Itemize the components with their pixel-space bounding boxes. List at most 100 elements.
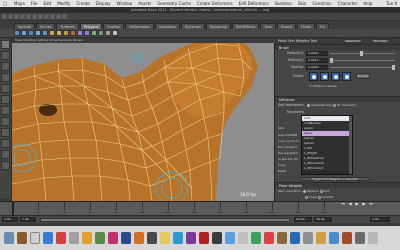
paint-replace-radio[interactable] xyxy=(302,189,306,193)
select-hierarchy-icon[interactable] xyxy=(20,14,25,19)
menu-help[interactable]: Help xyxy=(363,0,372,7)
separate-icon[interactable] xyxy=(56,30,62,36)
radius-l-slider[interactable] xyxy=(330,58,395,63)
current-frame-field[interactable]: 1.00 xyxy=(370,217,390,222)
menu-display[interactable]: Display xyxy=(96,0,111,7)
radius-l-knob[interactable] xyxy=(330,58,333,63)
tool-help-button[interactable]: Tool Help xyxy=(371,39,390,43)
manipulator-icon[interactable] xyxy=(1,106,10,115)
sort-hierarchy-radio[interactable] xyxy=(333,103,337,107)
snap-curve-icon[interactable] xyxy=(44,14,49,19)
radius-u-knob[interactable] xyxy=(360,51,363,56)
brush-solid-icon[interactable] xyxy=(331,72,340,81)
app-icon[interactable] xyxy=(134,232,144,244)
render-icon[interactable] xyxy=(56,14,61,19)
influence-item[interactable]: L_HIPmidAnt xyxy=(302,166,352,171)
bevel-icon[interactable] xyxy=(112,30,118,36)
influence-list[interactable]: root rootNeutral pelvis spine spine1 spi… xyxy=(301,115,353,175)
menu-character[interactable]: Character xyxy=(338,0,358,7)
graph-editor-icon[interactable] xyxy=(1,161,10,170)
brush-gaussian-icon[interactable] xyxy=(309,72,318,81)
end-time-field[interactable]: 48.00 xyxy=(314,217,332,222)
app-icon[interactable] xyxy=(199,232,209,244)
app-icon[interactable] xyxy=(121,232,131,244)
move-tool-icon[interactable] xyxy=(1,73,10,82)
app-icon[interactable] xyxy=(303,232,313,244)
bridge-icon[interactable] xyxy=(84,30,90,36)
scale-tool-icon[interactable] xyxy=(1,95,10,104)
app-icon[interactable] xyxy=(82,232,92,244)
app-icon[interactable] xyxy=(225,232,235,244)
app-icon[interactable] xyxy=(251,232,261,244)
app-icon[interactable] xyxy=(316,232,326,244)
app-icon[interactable] xyxy=(69,232,79,244)
persp-outliner-icon[interactable] xyxy=(1,150,10,159)
browse-button[interactable]: Browse xyxy=(356,73,370,79)
app-icon[interactable] xyxy=(277,232,287,244)
snap-grid-icon[interactable] xyxy=(38,14,43,19)
edge-loop-icon[interactable] xyxy=(105,30,111,36)
extrude-icon[interactable] xyxy=(77,30,83,36)
menu-edit[interactable]: Edit xyxy=(43,0,51,7)
range-end-field[interactable]: 24.00 xyxy=(294,217,312,222)
app-icon[interactable] xyxy=(160,232,170,244)
menu-assets[interactable]: Assets xyxy=(138,0,151,7)
app-icon[interactable] xyxy=(238,232,248,244)
trash-icon[interactable] xyxy=(368,232,378,244)
rotate-to-stroke-checkbox[interactable]: ☑ Rotate to stroke xyxy=(309,83,337,90)
app-icon[interactable] xyxy=(186,232,196,244)
sort-alpha-radio[interactable] xyxy=(307,103,310,107)
play-icon[interactable]: ▶ xyxy=(354,201,360,207)
radius-l-field[interactable]: 0.0010 xyxy=(306,58,328,63)
single-view-icon[interactable] xyxy=(1,128,10,137)
combine-icon[interactable] xyxy=(49,30,55,36)
menu-geometry-cache[interactable]: Geometry Cache xyxy=(157,0,191,7)
step-forward-icon[interactable]: ▶ xyxy=(361,201,367,207)
paint-select-icon[interactable] xyxy=(1,62,10,71)
go-to-end-icon[interactable]: ⏭ xyxy=(368,201,374,207)
append-icon[interactable] xyxy=(91,30,97,36)
open-scene-icon[interactable] xyxy=(8,14,13,19)
toggle-hold-weights-button[interactable]: Toggle Hold Weights on Selected xyxy=(300,177,370,181)
app-icon[interactable] xyxy=(147,232,157,244)
menu-create-deformers[interactable]: Create Deformers xyxy=(197,0,233,7)
app-icon[interactable] xyxy=(212,232,222,244)
select-component-icon[interactable] xyxy=(32,14,37,19)
paint-scale-radio[interactable] xyxy=(305,195,308,199)
opacity-knob[interactable] xyxy=(392,65,395,70)
app-icon[interactable] xyxy=(355,232,365,244)
paint-weights-section-header[interactable]: Paint Weights xyxy=(275,182,400,188)
paint-add-radio[interactable] xyxy=(319,189,323,193)
current-time-marker[interactable] xyxy=(12,202,14,216)
paint-smooth-radio[interactable] xyxy=(318,195,322,199)
menu-edit-deformers[interactable]: Edit Deformers xyxy=(239,0,269,7)
menu-constrain[interactable]: Constrain xyxy=(312,0,331,7)
smooth-icon[interactable] xyxy=(70,30,76,36)
app-icon[interactable] xyxy=(95,232,105,244)
influence-list-scrollbar[interactable] xyxy=(349,116,352,174)
poly-plane-icon[interactable] xyxy=(42,30,48,36)
ipr-render-icon[interactable] xyxy=(62,14,67,19)
app-icon[interactable] xyxy=(30,232,40,244)
app-icon[interactable] xyxy=(264,232,274,244)
new-scene-icon[interactable] xyxy=(2,14,7,19)
menu-maya[interactable]: Maya xyxy=(14,0,25,7)
split-icon[interactable] xyxy=(98,30,104,36)
range-slider-bar[interactable] xyxy=(40,218,290,222)
four-view-icon[interactable] xyxy=(1,139,10,148)
range-start-field[interactable]: 1.00 xyxy=(20,217,36,222)
menu-modify[interactable]: Modify xyxy=(57,0,70,7)
copy-label[interactable]: Copy xyxy=(278,163,286,167)
app-icon[interactable] xyxy=(173,232,183,244)
opacity-slider[interactable] xyxy=(330,65,395,70)
app-icon[interactable] xyxy=(329,232,339,244)
last-tool-icon[interactable] xyxy=(1,117,10,126)
start-time-field[interactable]: 1.00 xyxy=(2,217,18,222)
finder-icon[interactable] xyxy=(4,232,14,244)
go-to-start-icon[interactable]: ⏮ xyxy=(340,201,346,207)
reset-tool-button[interactable]: Reset Tool xyxy=(343,39,364,43)
apple-icon[interactable]:  xyxy=(2,1,8,7)
menu-skeleton[interactable]: Skeleton xyxy=(275,0,292,7)
poly-cone-icon[interactable] xyxy=(35,30,41,36)
poly-cube-icon[interactable] xyxy=(21,30,27,36)
